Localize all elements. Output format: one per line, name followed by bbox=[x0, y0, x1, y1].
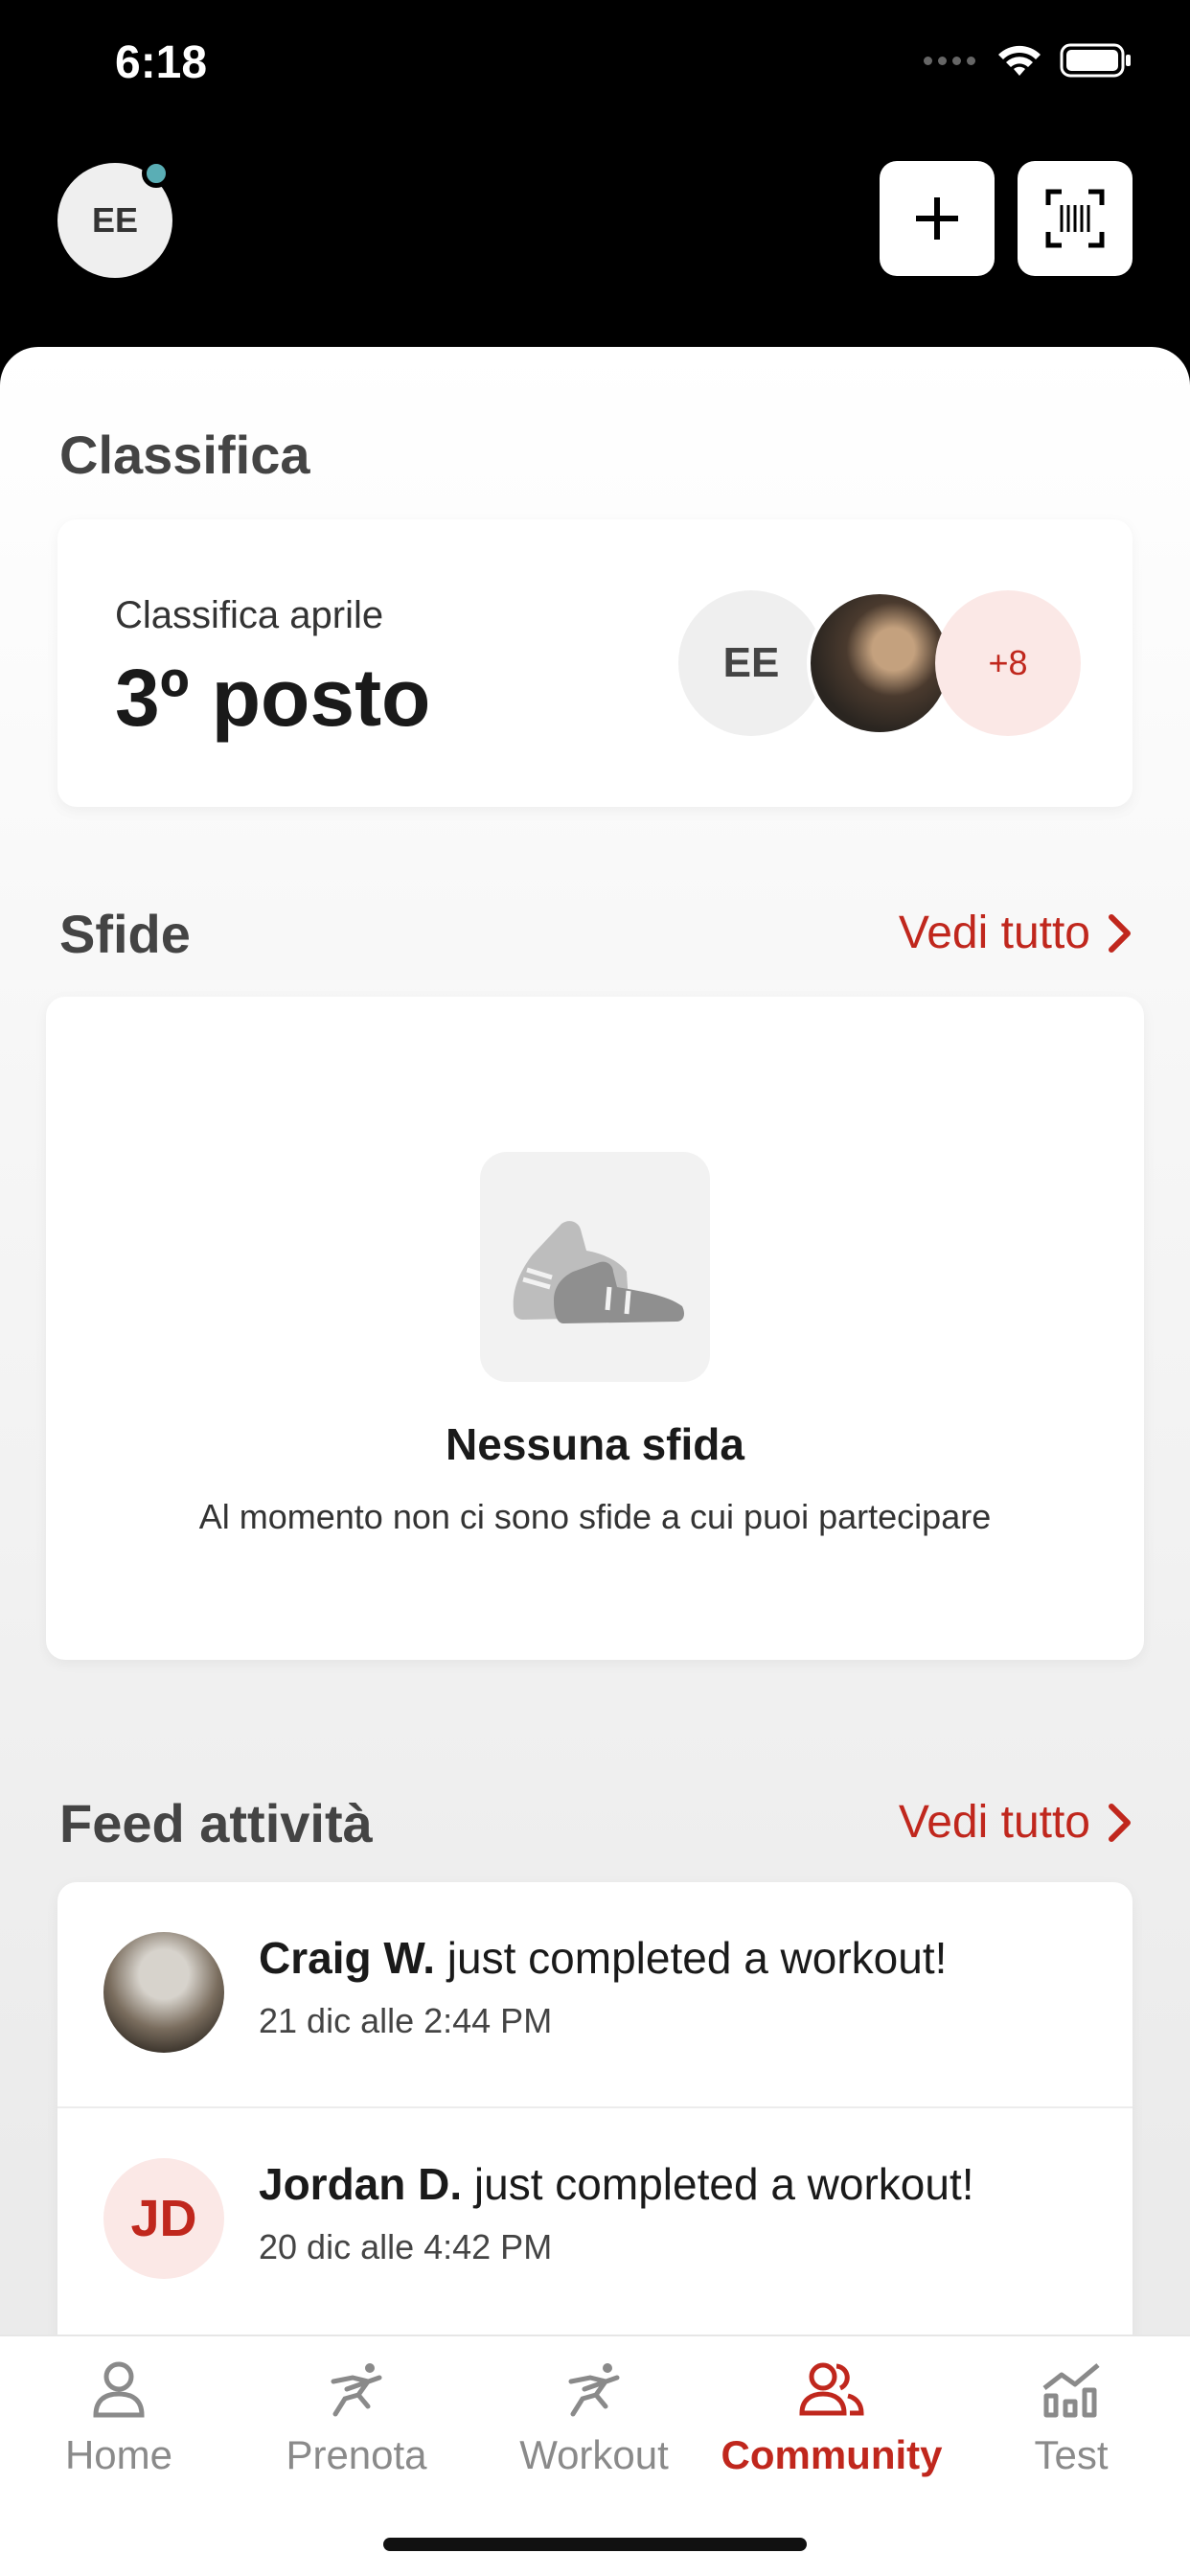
avatar-initials: JD bbox=[130, 2190, 197, 2247]
barcode-scan-icon bbox=[1045, 189, 1105, 248]
community-content[interactable]: Classifica Classifica aprile 3º posto EE… bbox=[0, 347, 1190, 2576]
empty-state-text: Al momento non ci sono sfide a cui puoi … bbox=[198, 1497, 992, 1536]
feed-item-action: just completed a workout! bbox=[462, 2159, 974, 2209]
leaderboard-position: 3º posto bbox=[115, 653, 431, 743]
tab-label: Community bbox=[721, 2432, 943, 2477]
person-icon bbox=[0, 2356, 238, 2423]
people-icon bbox=[713, 2356, 950, 2423]
tab-label: Prenota bbox=[286, 2432, 427, 2477]
activity-feed: Craig W. just completed a workout! 21 di… bbox=[57, 1882, 1133, 2380]
runner-icon bbox=[475, 2356, 713, 2423]
tab-test[interactable]: Test bbox=[952, 2356, 1190, 2478]
feed-item-text: Craig W. just completed a workout! bbox=[259, 1932, 947, 1984]
avatar-photo bbox=[103, 1932, 224, 2053]
tab-prenota[interactable]: Prenota bbox=[238, 2356, 475, 2478]
scan-button[interactable] bbox=[1018, 161, 1133, 276]
plus-icon bbox=[916, 197, 958, 240]
chart-icon bbox=[952, 2356, 1190, 2423]
see-all-label: Vedi tutto bbox=[898, 908, 1090, 958]
feed-item-name: Craig W. bbox=[259, 1933, 436, 1983]
runner-icon bbox=[238, 2356, 475, 2423]
feed-section-title: Feed attività bbox=[59, 1793, 373, 1853]
feed-item-time: 21 dic alle 2:44 PM bbox=[259, 2001, 553, 2040]
tab-label: Workout bbox=[519, 2432, 669, 2477]
chevron-right-icon bbox=[1109, 1803, 1131, 1842]
list-item[interactable]: JD Jordan D. just completed a workout! 2… bbox=[57, 2106, 1133, 2331]
tab-label: Home bbox=[64, 2432, 173, 2477]
tab-workout[interactable]: Workout bbox=[475, 2356, 713, 2478]
home-indicator[interactable] bbox=[383, 2538, 807, 2551]
top-header: EE bbox=[0, 134, 1190, 345]
status-indicators bbox=[924, 43, 1133, 78]
avatar-initials: EE bbox=[722, 639, 780, 686]
avatar-photo bbox=[807, 590, 952, 736]
challenges-section-title: Sfide bbox=[59, 904, 191, 964]
leaderboard-label: Classifica aprile bbox=[115, 594, 384, 636]
avatar-initials: EE bbox=[91, 200, 139, 240]
battery-icon bbox=[1060, 43, 1131, 78]
feed-item-time: 20 dic alle 4:42 PM bbox=[259, 2227, 553, 2266]
feed-see-all-link[interactable]: Vedi tutto bbox=[899, 1796, 1133, 1849]
signal-icon bbox=[924, 56, 975, 65]
leaderboard-section-title: Classifica bbox=[59, 425, 310, 485]
feed-item-text: Jordan D. just completed a workout! bbox=[259, 2158, 974, 2210]
sneakers-icon bbox=[480, 1152, 710, 1382]
list-item[interactable]: Craig W. just completed a workout! 21 di… bbox=[57, 1882, 1133, 2106]
status-time: 6:18 bbox=[115, 37, 208, 88]
see-all-label: Vedi tutto bbox=[898, 1797, 1090, 1848]
avatar: JD bbox=[103, 2158, 224, 2279]
more-count: +8 bbox=[988, 643, 1028, 682]
notification-dot bbox=[142, 159, 171, 188]
feed-item-action: just completed a workout! bbox=[435, 1933, 948, 1983]
leaderboard-avatars: EE +8 bbox=[678, 590, 1081, 736]
tab-community[interactable]: Community bbox=[713, 2356, 950, 2478]
tab-home[interactable]: Home bbox=[0, 2356, 238, 2478]
challenges-card: Nessuna sfida Al momento non ci sono sfi… bbox=[46, 997, 1144, 1660]
status-bar: 6:18 bbox=[0, 0, 1190, 134]
add-button[interactable] bbox=[880, 161, 995, 276]
avatar: EE bbox=[678, 590, 824, 736]
feed-item-name: Jordan D. bbox=[259, 2159, 463, 2209]
empty-state-title: Nessuna sfida bbox=[446, 1419, 744, 1469]
more-avatars-badge: +8 bbox=[935, 590, 1081, 736]
leaderboard-card[interactable]: Classifica aprile 3º posto EE +8 bbox=[57, 519, 1133, 807]
tab-label: Test bbox=[1034, 2432, 1109, 2477]
wifi-icon bbox=[998, 45, 1041, 76]
challenges-see-all-link[interactable]: Vedi tutto bbox=[899, 907, 1133, 959]
chevron-right-icon bbox=[1109, 913, 1131, 953]
